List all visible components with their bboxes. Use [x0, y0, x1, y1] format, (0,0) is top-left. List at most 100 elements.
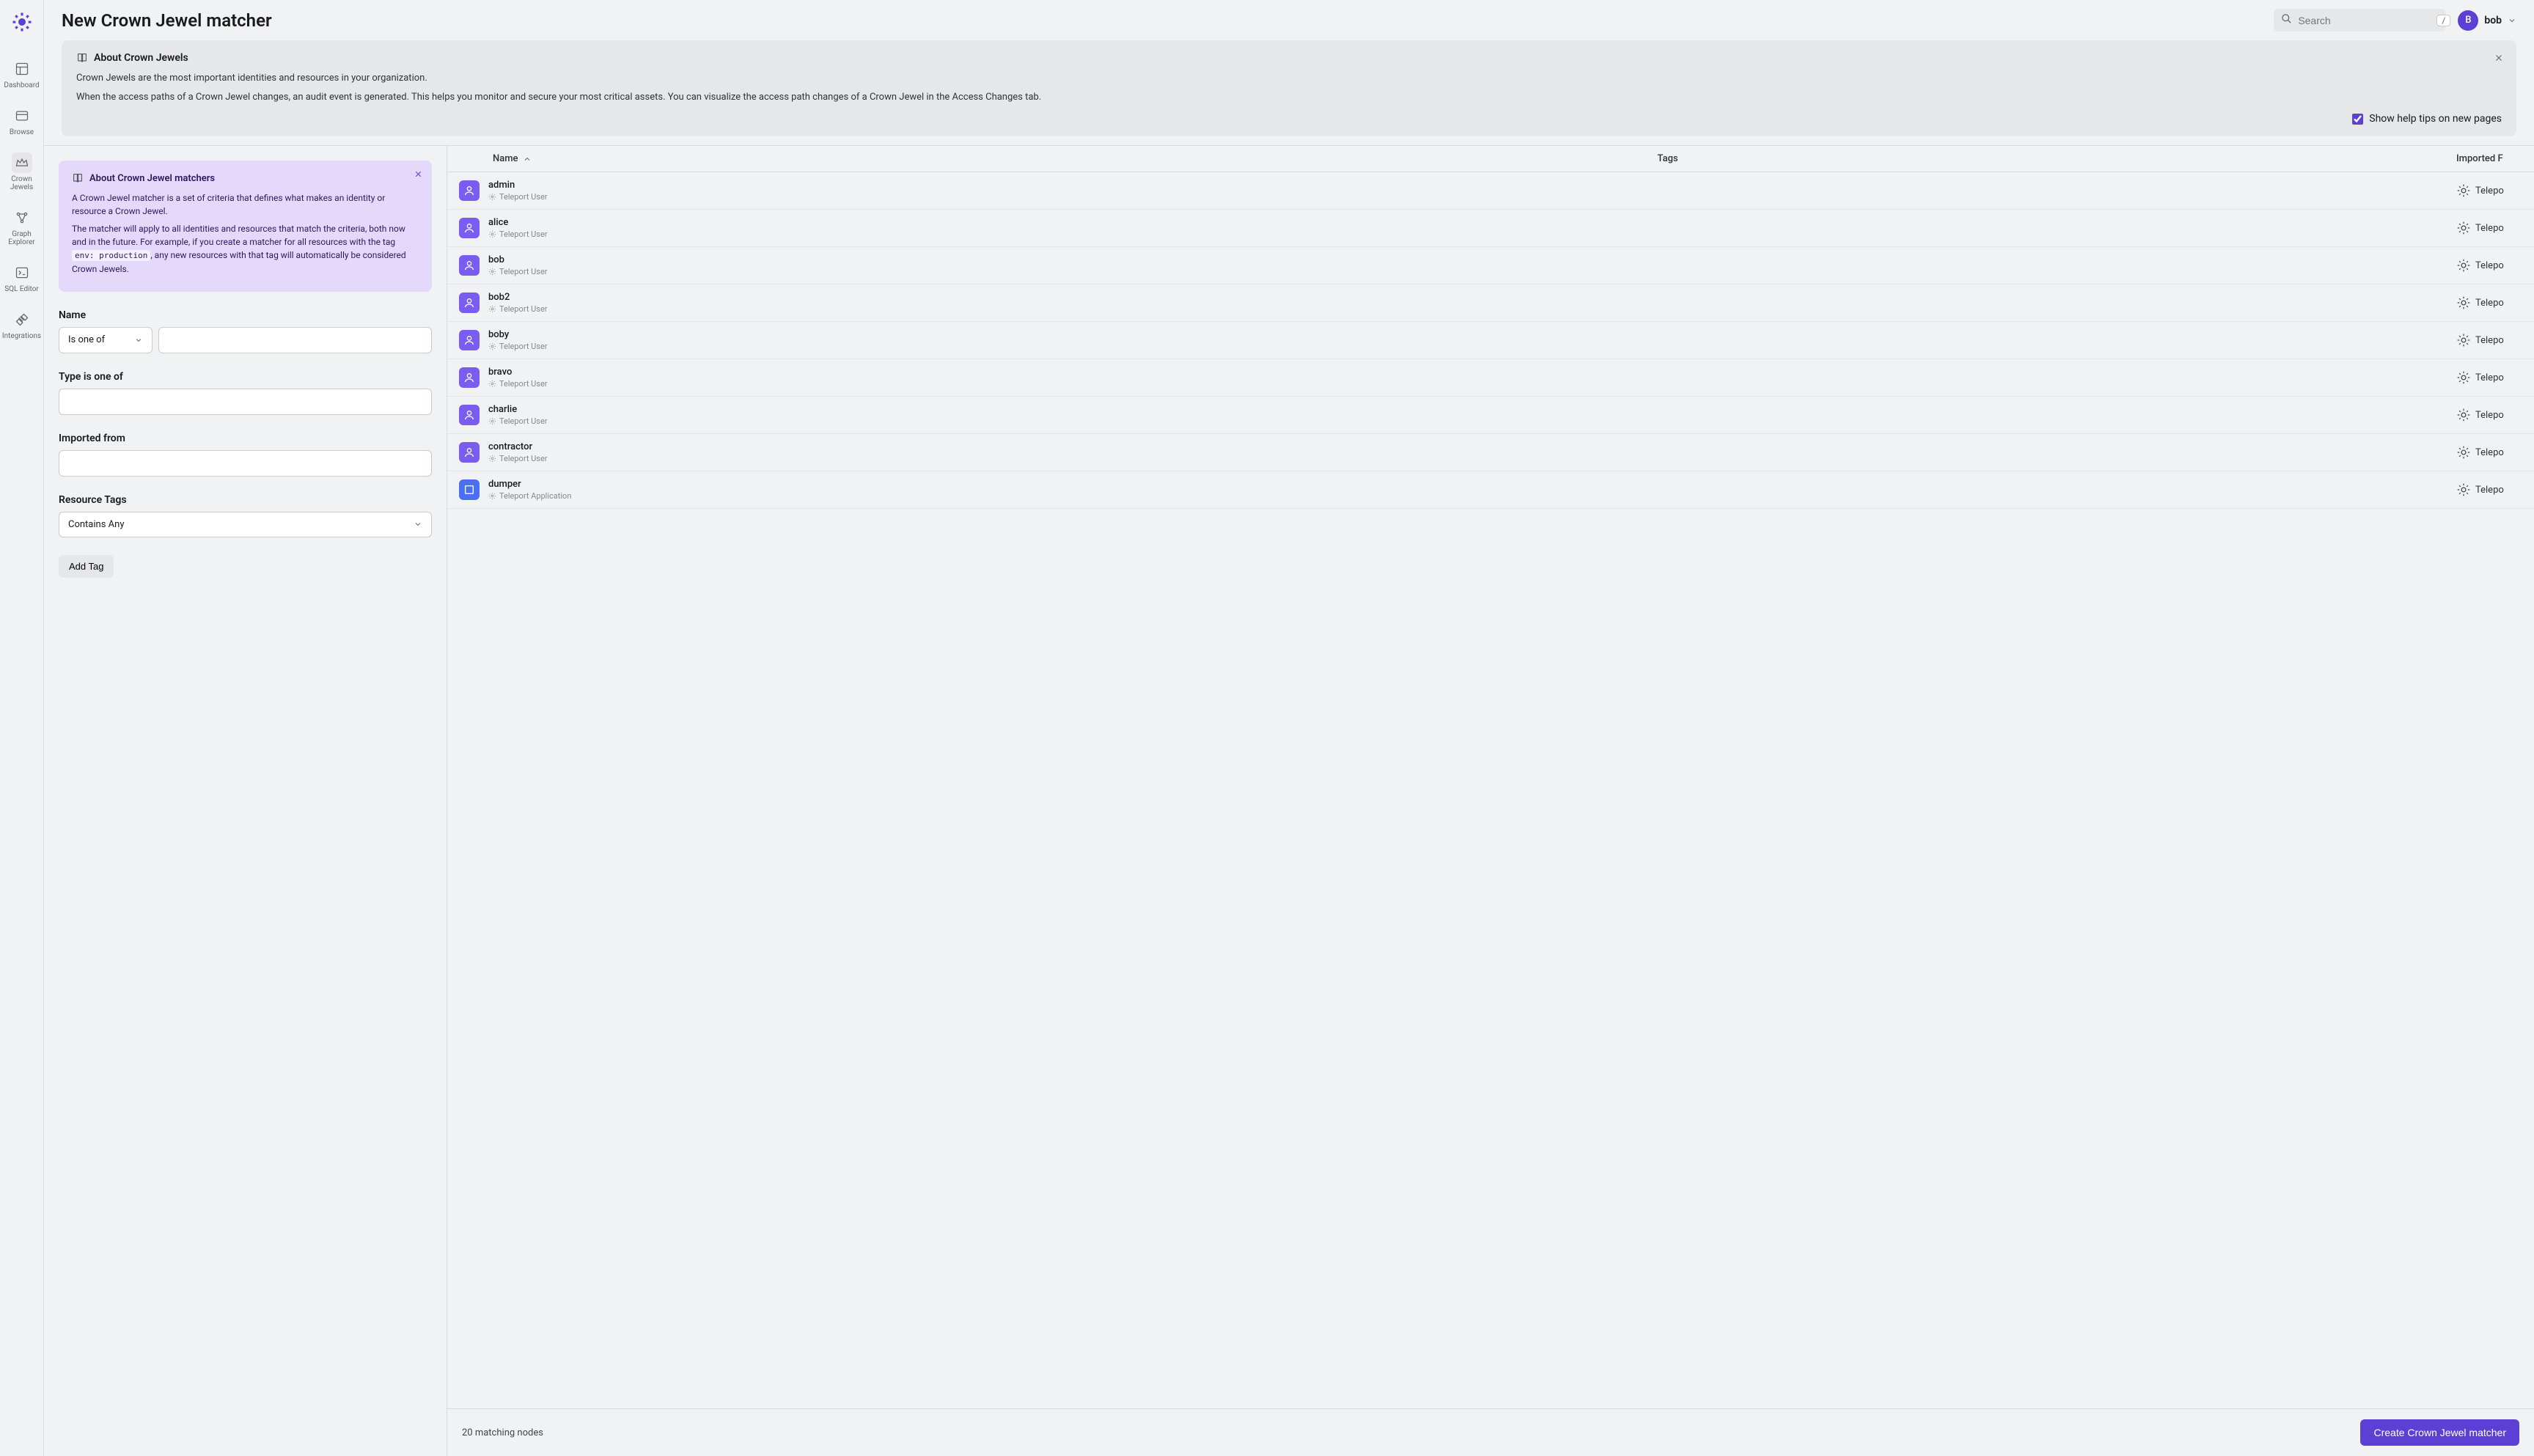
table-row[interactable]: admin Teleport User Telepo: [447, 172, 2534, 210]
book-icon: [76, 52, 88, 64]
show-tips-label: Show help tips on new pages: [2369, 113, 2502, 125]
sidebar-item-integrations[interactable]: Integrations: [1, 304, 43, 346]
chevron-down-icon: [2508, 16, 2516, 25]
user-icon: [459, 405, 480, 425]
banner-p1: Crown Jewels are the most important iden…: [76, 71, 2502, 86]
row-imported: Telepo: [2456, 295, 2522, 310]
table-row[interactable]: bob Teleport User Telepo: [447, 247, 2534, 284]
row-subtype: Teleport User: [488, 454, 1669, 463]
row-subtype: Teleport User: [488, 192, 1669, 202]
chevron-down-icon: [414, 520, 422, 529]
sidebar-item-sql-editor[interactable]: SQL Editor: [1, 257, 43, 299]
footer-bar: 20 matching nodes Create Crown Jewel mat…: [447, 1408, 2534, 1456]
banner-close-button[interactable]: [2491, 51, 2506, 65]
app-icon: [459, 479, 480, 500]
tags-label: Resource Tags: [59, 494, 432, 506]
row-subtype: Teleport User: [488, 267, 1669, 276]
row-name: admin: [488, 180, 1669, 191]
row-subtype: Teleport Application: [488, 491, 1669, 501]
table-header: Name Tags Imported F: [447, 146, 2534, 172]
sidebar-item-graph-explorer[interactable]: Graph Explorer: [1, 202, 43, 252]
book-icon: [72, 172, 84, 184]
topbar: New Crown Jewel matcher / B bob: [44, 0, 2534, 40]
dashboard-icon: [12, 59, 32, 79]
right-pane: Name Tags Imported F admin Teleport User…: [447, 146, 2534, 1456]
close-icon: [2494, 53, 2504, 63]
user-icon: [459, 255, 480, 276]
imported-value-input[interactable]: [59, 450, 432, 477]
page-title: New Crown Jewel matcher: [62, 10, 272, 31]
tags-operator-select[interactable]: Contains Any: [59, 512, 432, 537]
show-tips-checkbox[interactable]: [2352, 114, 2363, 125]
row-subtype: Teleport User: [488, 416, 1669, 426]
table-row[interactable]: bob2 Teleport User Telepo: [447, 284, 2534, 322]
crown-icon: [12, 152, 32, 173]
close-icon: [414, 169, 423, 179]
row-name: bob2: [488, 292, 1669, 303]
sidebar-item-label: Dashboard: [4, 81, 39, 89]
table-row[interactable]: contractor Teleport User Telepo: [447, 434, 2534, 471]
create-matcher-button[interactable]: Create Crown Jewel matcher: [2360, 1419, 2519, 1446]
table-row[interactable]: dumper Teleport Application Telepo: [447, 471, 2534, 509]
row-imported: Telepo: [2456, 370, 2522, 385]
row-name: bob: [488, 254, 1669, 265]
table-row[interactable]: bravo Teleport User Telepo: [447, 359, 2534, 397]
row-subtype: Teleport User: [488, 342, 1669, 351]
left-pane: About Crown Jewel matchers A Crown Jewel…: [44, 146, 447, 1456]
row-imported: Telepo: [2456, 221, 2522, 235]
name-value-input[interactable]: [158, 327, 432, 353]
row-name: bravo: [488, 367, 1669, 378]
row-imported: Telepo: [2456, 258, 2522, 273]
type-label: Type is one of: [59, 371, 432, 383]
name-operator-select[interactable]: Is one of: [59, 327, 153, 353]
column-name-header[interactable]: Name: [459, 153, 1657, 164]
search-input[interactable]: [2298, 15, 2431, 26]
row-name: alice: [488, 217, 1669, 228]
purple-title: About Crown Jewel matchers: [89, 173, 215, 184]
row-name: boby: [488, 329, 1669, 340]
table-row[interactable]: alice Teleport User Telepo: [447, 210, 2534, 247]
user-icon: [459, 218, 480, 238]
sidebar-item-crown-jewels[interactable]: Crown Jewels: [1, 147, 43, 197]
row-imported: Telepo: [2456, 183, 2522, 198]
column-tags-header[interactable]: Tags: [1657, 153, 2456, 164]
purple-p2: The matcher will apply to all identities…: [72, 222, 419, 276]
row-name: contractor: [488, 441, 1669, 452]
sort-asc-icon: [523, 155, 532, 163]
browse-icon: [12, 106, 32, 126]
user-menu[interactable]: B bob: [2458, 10, 2516, 31]
plug-icon: [12, 309, 32, 330]
sidebar-item-browse[interactable]: Browse: [1, 100, 43, 142]
banner-p2: When the access paths of a Crown Jewel c…: [76, 90, 2502, 105]
type-value-input[interactable]: [59, 389, 432, 415]
info-banner: About Crown Jewels Crown Jewels are the …: [62, 40, 2516, 136]
user-icon: [459, 180, 480, 201]
user-icon: [459, 367, 480, 388]
sidebar-item-dashboard[interactable]: Dashboard: [1, 53, 43, 95]
table-body: admin Teleport User Telepo alice Telepor…: [447, 172, 2534, 1408]
add-tag-button[interactable]: Add Tag: [59, 555, 114, 578]
row-subtype: Teleport User: [488, 379, 1669, 389]
user-icon: [459, 293, 480, 313]
row-imported: Telepo: [2456, 333, 2522, 348]
row-name: charlie: [488, 404, 1669, 415]
purple-p1: A Crown Jewel matcher is a set of criter…: [72, 191, 419, 218]
row-subtype: Teleport User: [488, 304, 1669, 314]
table-row[interactable]: boby Teleport User Telepo: [447, 322, 2534, 359]
table-row[interactable]: charlie Teleport User Telepo: [447, 397, 2534, 434]
user-icon: [459, 442, 480, 463]
search-shortcut: /: [2436, 15, 2450, 26]
avatar: B: [2458, 10, 2478, 31]
user-icon: [459, 330, 480, 350]
search-box[interactable]: /: [2274, 9, 2446, 32]
chevron-down-icon: [134, 336, 143, 345]
purple-close-button[interactable]: [414, 169, 423, 182]
sidebar-item-label: Graph Explorer: [4, 230, 40, 246]
name-label: Name: [59, 309, 432, 321]
banner-title: About Crown Jewels: [94, 52, 188, 64]
matching-count: 20 matching nodes: [462, 1427, 543, 1438]
row-name: dumper: [488, 479, 1669, 490]
column-imported-header[interactable]: Imported F: [2456, 153, 2522, 164]
search-icon: [2281, 13, 2292, 27]
sidebar-item-label: Crown Jewels: [4, 175, 40, 191]
